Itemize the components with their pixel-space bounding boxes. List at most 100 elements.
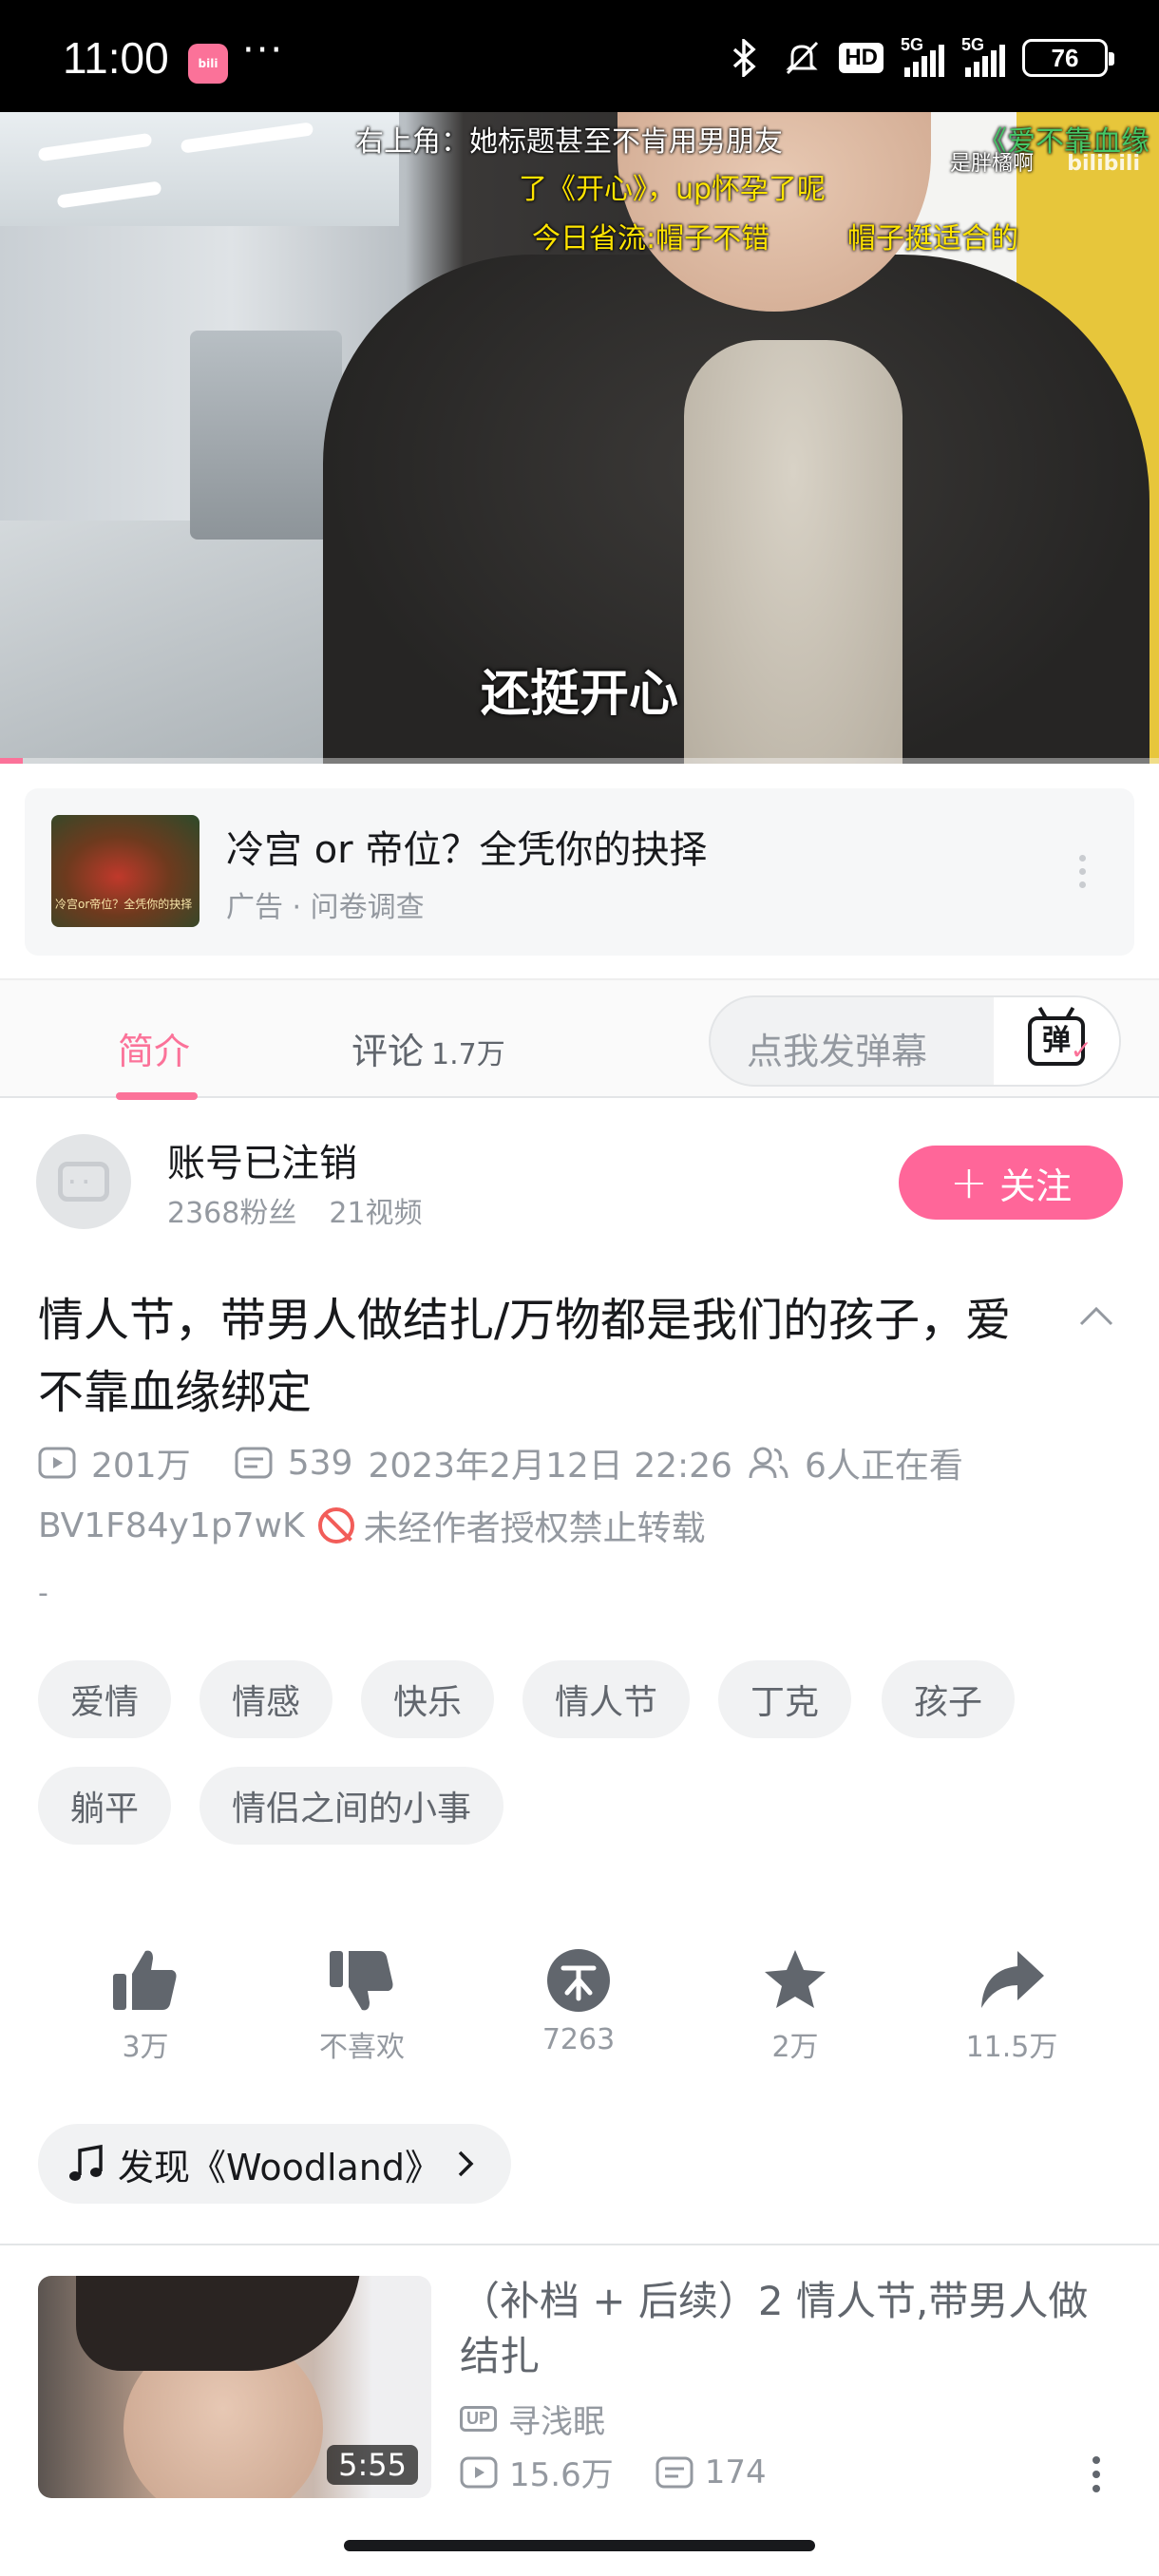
music-note-icon: [69, 2144, 103, 2181]
recommended-uploader[interactable]: UP 寻浅眠: [460, 2396, 605, 2442]
like-count: 3万: [122, 2031, 169, 2064]
play-count-icon: [38, 1447, 76, 1479]
chevron-right-icon: [458, 2150, 474, 2177]
favorite-count: 2万: [771, 2031, 819, 2064]
coin-count: 7263: [542, 2023, 616, 2056]
danmaku-count: 539: [287, 1443, 353, 1483]
video-watermark: bilibili: [1067, 152, 1140, 176]
danmaku-comment: 今日省流:帽子不错: [532, 222, 770, 256]
view-count: 201万: [91, 1447, 191, 1486]
bvid[interactable]: BV1F84y1p7wK: [38, 1506, 305, 1545]
up-badge-icon: UP: [460, 2406, 498, 2432]
bluetooth-icon: [725, 38, 765, 78]
tag-chip[interactable]: 孩子: [882, 1660, 1016, 1738]
tab-comments[interactable]: 评论 1.7万: [352, 1022, 505, 1074]
tag-chip[interactable]: 情人节: [522, 1660, 691, 1738]
chevron-up-icon[interactable]: [1077, 1301, 1115, 1330]
detail-tabs: 简介 评论 1.7万 点我发弹幕 弹 ✓: [0, 978, 1159, 1100]
recommended-danmaku: 174: [704, 2453, 767, 2491]
tv-icon: [58, 1162, 109, 1202]
tab-comments-label: 评论: [352, 1031, 425, 1072]
like-button[interactable]: 3万: [74, 1947, 217, 2065]
danmaku-input-placeholder: 点我发弹幕: [747, 1031, 928, 1072]
play-count-icon: [460, 2456, 498, 2488]
section-divider: [0, 2244, 1159, 2245]
tag-chip[interactable]: 爱情: [38, 1660, 172, 1738]
coin-button[interactable]: 7263: [507, 1947, 650, 2056]
danmaku-comment: 了《开心》，up怀孕了呢: [519, 173, 826, 206]
thumbs-up-icon: [113, 1950, 177, 2010]
status-bar: 11:00 bili ··· HD 5G 5G 76: [0, 0, 1159, 112]
tag-chip[interactable]: 快乐: [361, 1660, 495, 1738]
recommended-stats: 15.6万 174: [460, 2449, 767, 2495]
more-options-icon[interactable]: [1092, 2456, 1100, 2492]
ad-thumbnail: 冷宫or帝位？全凭你的抉择: [51, 815, 200, 927]
follow-button[interactable]: + 关注: [899, 1146, 1123, 1220]
thumbs-down-icon: [330, 1951, 393, 2011]
forbidden-icon: [317, 1507, 354, 1544]
signal-icon-2: 5G: [961, 35, 1005, 77]
tab-intro[interactable]: 简介: [118, 1022, 190, 1074]
plus-icon: +: [949, 1156, 989, 1209]
ad-thumbnail-caption: 冷宫or帝位？全凭你的抉择: [55, 898, 193, 911]
ad-title: 冷宫 or 帝位？全凭你的抉择: [226, 828, 708, 872]
favorite-button[interactable]: 2万: [724, 1947, 866, 2065]
uploader-name[interactable]: 账号已注销: [167, 1132, 357, 1187]
recommended-video-title[interactable]: （补档 + 后续）2 情人节,带男人做结扎: [460, 2274, 1125, 2384]
no-repost-notice: 未经作者授权禁止转载: [317, 1501, 706, 1550]
danmaku-count-icon: [235, 1447, 273, 1479]
uploader-followers: 2368粉丝: [167, 1197, 297, 1230]
share-count: 11.5万: [965, 2031, 1058, 2064]
check-icon: ✓: [1070, 1034, 1092, 1066]
tag-chip[interactable]: 躺平: [38, 1767, 172, 1845]
tag-chip[interactable]: 丁克: [718, 1660, 852, 1738]
tag-chip[interactable]: 情感: [200, 1660, 333, 1738]
ad-card[interactable]: 冷宫or帝位？全凭你的抉择 冷宫 or 帝位？全凭你的抉择 广告 · 问卷调查: [25, 788, 1134, 956]
home-indicator[interactable]: [344, 2540, 815, 2551]
tab-active-indicator: [116, 1092, 198, 1100]
tab-comments-count: 1.7万: [431, 1038, 505, 1071]
uploader-videos: 21视频: [329, 1197, 423, 1230]
video-scene-ceiling: [0, 112, 399, 226]
danmaku-input[interactable]: 点我发弹幕 弹 ✓: [709, 995, 1121, 1087]
ad-more-icon[interactable]: [1079, 855, 1089, 888]
danmaku-toggle-button[interactable]: 弹 ✓: [994, 997, 1119, 1085]
share-icon: [981, 1951, 1044, 2008]
avatar[interactable]: [36, 1134, 131, 1229]
video-meta: 201万 539 2023年2月12日 22:26 6人正在看: [38, 1438, 963, 1487]
more-notifications-icon: ···: [242, 28, 285, 72]
video-player[interactable]: 右上角：她标题甚至不肯用男朋友 《爱不靠血缘 是胖橘啊 了《开心》，up怀孕了呢…: [0, 112, 1159, 764]
hd-voice-icon: HD: [839, 43, 884, 73]
no-repost-text: 未经作者授权禁止转载: [363, 1509, 706, 1548]
status-time: 11:00: [63, 33, 169, 83]
coin-icon: [547, 1949, 610, 2012]
thumbnail-hair: [76, 2276, 361, 2371]
publish-date: 2023年2月12日 22:26: [368, 1447, 732, 1486]
video-duration: 5:55: [327, 2445, 418, 2485]
battery-icon: 76: [1022, 39, 1114, 77]
video-description: -: [38, 1577, 48, 1610]
tag-chip[interactable]: 情侣之间的小事: [200, 1767, 504, 1845]
video-progress-fill: [0, 758, 24, 764]
watching-icon: [749, 1447, 788, 1479]
video-title: 情人节，带男人做结扎/万物都是我们的孩子，爱不靠血缘绑定: [38, 1294, 1012, 1419]
video-progress-bar[interactable]: [0, 758, 1159, 764]
video-subtitle: 还挺开心: [480, 666, 678, 723]
music-discovery-chip[interactable]: 发现《Woodland》: [38, 2124, 512, 2204]
danmaku-count-icon: [656, 2456, 694, 2488]
bilibili-app-icon: bili: [188, 44, 228, 84]
music-label: 发现《Woodland》: [118, 2146, 442, 2188]
recommended-uploader-name: 寻浅眠: [508, 2403, 606, 2441]
share-button[interactable]: 11.5万: [940, 1947, 1083, 2065]
video-meta-2: BV1F84y1p7wK 未经作者授权禁止转载: [38, 1501, 706, 1550]
recommended-views: 15.6万: [509, 2456, 614, 2494]
danmaku-comment: 帽子挺适合的: [847, 222, 1018, 256]
danmaku-comment: 右上角：她标题甚至不肯用男朋友: [355, 125, 783, 159]
mute-bell-icon: [782, 38, 822, 78]
watching-count: 6人正在看: [804, 1447, 963, 1486]
video-scene-gate: [190, 331, 342, 540]
signal-icon-1: 5G: [901, 35, 944, 77]
dislike-button[interactable]: 不喜欢: [291, 1947, 433, 2065]
status-icons: HD 5G 5G 76: [725, 34, 1114, 82]
recommended-video-thumbnail[interactable]: 5:55: [38, 2276, 431, 2498]
